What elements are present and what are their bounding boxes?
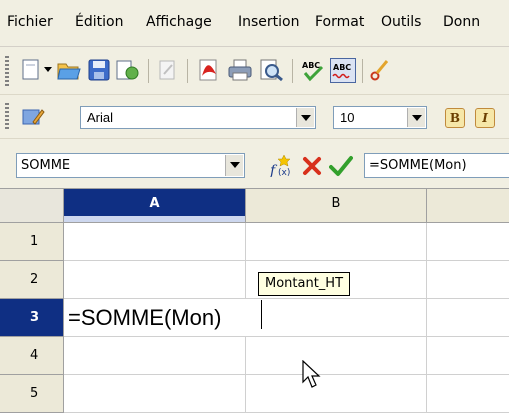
cut-icon[interactable]	[370, 59, 388, 81]
spreadsheet-grid: A B 1 2 3 =SOMME(Mon) 4 5 Montant_HT	[0, 189, 509, 413]
column-header-a[interactable]: A	[64, 189, 246, 223]
bold-button[interactable]: B	[445, 108, 465, 128]
column-header-row: A B	[0, 189, 509, 223]
cell-a3-active[interactable]: =SOMME(Mon)	[64, 299, 246, 337]
autocomplete-tooltip: Montant_HT	[258, 272, 351, 296]
select-all-corner[interactable]	[0, 189, 64, 223]
cell-c1[interactable]	[427, 223, 509, 261]
row-header-4[interactable]: 4	[0, 337, 64, 375]
row-header-3[interactable]: 3	[0, 299, 64, 337]
mouse-pointer-icon	[302, 360, 321, 388]
name-box[interactable]: SOMME	[16, 153, 245, 178]
font-name-dropdown-button[interactable]	[296, 108, 314, 127]
toolbar-grip[interactable]	[5, 103, 9, 131]
cell-b3[interactable]	[246, 299, 427, 337]
column-header-c[interactable]	[427, 189, 509, 223]
open-folder-icon[interactable]	[56, 58, 82, 82]
menu-fichier[interactable]: Fichier	[7, 14, 53, 30]
row-header-1[interactable]: 1	[0, 223, 64, 261]
cell-a4[interactable]	[64, 337, 246, 375]
italic-button[interactable]: I	[475, 108, 495, 128]
cell-b1[interactable]	[246, 223, 427, 261]
cell-c2[interactable]	[427, 261, 509, 299]
autospellcheck-icon[interactable]: ABC	[330, 58, 356, 83]
formula-bar: SOMME f (x) =SOMME(Mon)	[0, 139, 509, 189]
spellcheck-icon[interactable]: ABC	[300, 58, 326, 82]
text-caret	[261, 300, 262, 329]
function-wizard-icon[interactable]: f (x)	[268, 153, 294, 177]
edit-mode-icon[interactable]	[157, 59, 179, 81]
row-header-2[interactable]: 2	[0, 261, 64, 299]
menu-format[interactable]: Format	[315, 14, 364, 30]
column-header-label: A	[149, 196, 160, 211]
column-header-label: B	[331, 196, 341, 211]
chevron-down-icon[interactable]	[44, 67, 52, 73]
cell-c3[interactable]	[427, 299, 509, 337]
formatting-toolbar: Arial 10 B I	[0, 95, 509, 139]
toolbar-separator	[148, 59, 149, 83]
name-box-dropdown-button[interactable]	[225, 155, 243, 176]
accept-icon[interactable]	[329, 155, 353, 177]
menu-insertion[interactable]: Insertion	[238, 14, 299, 30]
cancel-icon[interactable]	[302, 156, 322, 176]
menu-edition[interactable]: Édition	[75, 14, 123, 30]
row-header-label: 5	[30, 386, 39, 401]
font-size-dropdown-button[interactable]	[407, 108, 425, 127]
row-header-label: 3	[30, 310, 40, 325]
menu-affichage[interactable]: Affichage	[146, 14, 212, 30]
print-preview-icon[interactable]	[258, 58, 284, 82]
row-header-label: 2	[30, 272, 39, 287]
pdf-export-icon[interactable]	[196, 58, 222, 82]
toolbar-grip[interactable]	[5, 56, 9, 86]
print-icon[interactable]	[227, 58, 253, 82]
column-header-b[interactable]: B	[246, 189, 427, 223]
svg-text:f: f	[269, 163, 278, 177]
cell-a2[interactable]	[64, 261, 246, 299]
new-document-icon[interactable]	[21, 59, 41, 81]
svg-text:ABC: ABC	[302, 61, 320, 70]
cell-b4[interactable]	[246, 337, 427, 375]
menu-bar: Fichier Édition Affichage Insertion Form…	[0, 0, 509, 47]
toolbar-separator	[362, 59, 363, 83]
row-header-label: 1	[30, 234, 39, 249]
formula-input[interactable]: =SOMME(Mon)	[364, 153, 509, 178]
toolbar-separator	[292, 59, 293, 83]
standard-toolbar: ABC ABC	[0, 47, 509, 95]
cell-c4[interactable]	[427, 337, 509, 375]
font-name-value: Arial	[87, 110, 114, 125]
cell-c5[interactable]	[427, 375, 509, 413]
styles-icon[interactable]	[21, 106, 45, 128]
font-name-combobox[interactable]: Arial	[80, 106, 316, 129]
save-icon[interactable]	[88, 59, 110, 81]
formula-input-value: =SOMME(Mon)	[369, 158, 467, 173]
cell-a1[interactable]	[64, 223, 246, 261]
menu-donnees[interactable]: Donn	[443, 14, 480, 30]
edit-file-icon[interactable]	[114, 58, 140, 82]
toolbar-separator	[187, 59, 188, 83]
font-size-value: 10	[340, 110, 355, 125]
row-header-5[interactable]: 5	[0, 375, 64, 413]
svg-text:(x): (x)	[278, 168, 290, 177]
cell-b5[interactable]	[246, 375, 427, 413]
active-cell-text: =SOMME(Mon)	[68, 305, 222, 330]
svg-text:ABC: ABC	[333, 63, 351, 72]
font-size-combobox[interactable]: 10	[333, 106, 427, 129]
cell-a5[interactable]	[64, 375, 246, 413]
menu-outils[interactable]: Outils	[381, 14, 421, 30]
row-header-label: 4	[30, 348, 39, 363]
name-box-value: SOMME	[21, 158, 71, 173]
